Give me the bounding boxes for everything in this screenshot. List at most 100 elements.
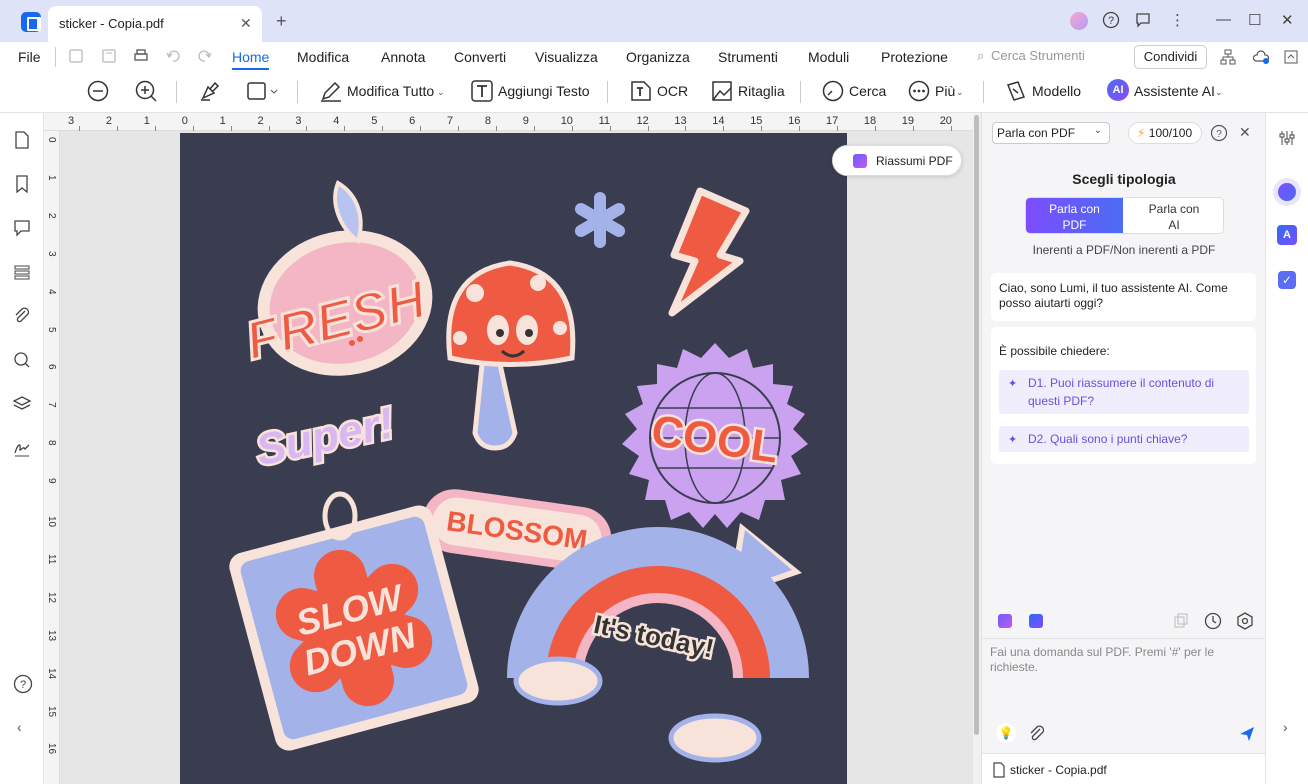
ai-assistant-icon[interactable]: AI bbox=[1107, 79, 1129, 101]
menu-strumenti[interactable]: Strumenti bbox=[718, 49, 778, 65]
menu-protezione[interactable]: Protezione bbox=[881, 49, 948, 65]
ai-assistant-button[interactable]: Assistente AI bbox=[1134, 83, 1215, 99]
lightbulb-icon[interactable]: 💡 bbox=[996, 723, 1016, 743]
undo-icon[interactable] bbox=[165, 48, 181, 64]
zoom-out-icon[interactable] bbox=[86, 79, 110, 103]
chevron-down-icon[interactable]: ⌄ bbox=[437, 87, 445, 98]
rectangle-shape-icon[interactable] bbox=[246, 79, 280, 103]
suggested-question-2[interactable]: ✦ D2. Quali sono i punti chiave? bbox=[999, 426, 1249, 452]
plus-icon[interactable]: + bbox=[276, 11, 287, 32]
history-icon[interactable] bbox=[1204, 612, 1222, 630]
signature-icon[interactable] bbox=[13, 439, 31, 457]
properties-icon[interactable] bbox=[1278, 129, 1296, 147]
tree-icon[interactable] bbox=[1220, 49, 1236, 65]
ocr-button[interactable]: OCR bbox=[657, 83, 688, 99]
ruler-h-label: 3 bbox=[68, 115, 75, 127]
chevron-down-icon[interactable]: ⌄ bbox=[956, 87, 964, 98]
checklist-icon[interactable]: ✓ bbox=[1278, 271, 1296, 289]
crop-icon[interactable] bbox=[710, 79, 734, 103]
search-icon[interactable] bbox=[821, 79, 845, 103]
help-icon[interactable]: ? bbox=[13, 674, 33, 694]
attachment-icon[interactable] bbox=[13, 307, 31, 325]
bookmark-icon[interactable] bbox=[13, 175, 31, 193]
chat-with-ai-option[interactable]: Parla con AI bbox=[1123, 198, 1223, 233]
chat-mode-select[interactable]: Parla con PDF ⌄ bbox=[992, 122, 1110, 144]
more-vertical-icon[interactable]: ⋮ bbox=[1170, 11, 1185, 29]
maximize-icon[interactable]: ☐ bbox=[1248, 11, 1261, 29]
ruler-h-label: 1 bbox=[219, 115, 226, 127]
close-icon[interactable]: ✕ bbox=[1239, 124, 1251, 141]
help-icon[interactable]: ? bbox=[1210, 124, 1228, 142]
zoom-in-icon[interactable] bbox=[134, 79, 158, 103]
expand-right-icon[interactable]: › bbox=[1283, 719, 1288, 735]
ruler-v-label: 7 bbox=[46, 402, 57, 408]
question-input[interactable]: Fai una domanda sul PDF. Premi '#' per l… bbox=[982, 638, 1266, 751]
vertical-scrollbar[interactable] bbox=[973, 113, 981, 784]
ruler-v-label: 2 bbox=[46, 212, 57, 219]
document-canvas[interactable]: FRESH Super! COOL BLOSSOM SLOW DOWN It's… bbox=[60, 131, 973, 784]
template-icon[interactable] bbox=[1004, 79, 1028, 103]
ruler-h-label: 6 bbox=[409, 115, 416, 127]
redo-icon[interactable] bbox=[197, 48, 213, 64]
help-icon[interactable]: ? bbox=[1102, 11, 1120, 29]
ruler-v-label: 10 bbox=[46, 516, 57, 528]
chat-type-hint: Inerenti a PDF/Non inerenti a PDF bbox=[1032, 243, 1216, 257]
summarize-icon[interactable] bbox=[998, 614, 1012, 628]
window-close-icon[interactable]: ✕ bbox=[1281, 11, 1294, 29]
avatar[interactable] bbox=[1070, 12, 1088, 30]
chevron-down-icon[interactable]: ⌄ bbox=[1215, 87, 1223, 98]
translate-icon[interactable]: A bbox=[1277, 225, 1297, 245]
scrollbar-thumb[interactable] bbox=[974, 115, 979, 735]
collapse-ribbon-icon[interactable] bbox=[1283, 49, 1299, 65]
ocr-icon[interactable] bbox=[629, 79, 653, 103]
menu-moduli[interactable]: Moduli bbox=[808, 49, 849, 65]
copy-icon[interactable] bbox=[1173, 613, 1189, 629]
collapse-left-icon[interactable]: ‹ bbox=[17, 719, 22, 735]
layers-list-icon[interactable] bbox=[13, 263, 31, 281]
chat-with-pdf-option[interactable]: Parla con PDF bbox=[1026, 198, 1123, 233]
minimize-icon[interactable]: — bbox=[1216, 11, 1231, 28]
cloud-icon[interactable] bbox=[1252, 49, 1270, 65]
menu-converti[interactable]: Converti bbox=[454, 49, 506, 65]
add-text-icon[interactable] bbox=[470, 79, 494, 103]
chat-type-toggle: Parla con PDF Parla con AI bbox=[1025, 197, 1224, 234]
summarize-pdf-button[interactable]: Riassumi PDF bbox=[832, 145, 962, 176]
search-tools-input[interactable]: ⌕ Cerca Strumenti bbox=[977, 48, 1085, 64]
search-button[interactable]: Cerca bbox=[849, 83, 886, 99]
attachment-icon[interactable] bbox=[1028, 725, 1046, 743]
comment-icon[interactable] bbox=[13, 219, 31, 237]
menu-annota[interactable]: Annota bbox=[381, 49, 425, 65]
save-as-icon[interactable] bbox=[101, 48, 117, 64]
ruler-h-label: 0 bbox=[181, 115, 188, 127]
menu-file[interactable]: File bbox=[18, 49, 41, 65]
translate-icon[interactable] bbox=[1029, 614, 1043, 628]
suggested-question-1[interactable]: ✦ D1. Puoi riassumere il contenuto di qu… bbox=[999, 370, 1249, 414]
send-icon[interactable] bbox=[1238, 725, 1256, 743]
settings-icon[interactable] bbox=[1236, 612, 1254, 630]
share-button[interactable]: Condividi bbox=[1134, 45, 1207, 69]
menu-modifica[interactable]: Modifica bbox=[297, 49, 349, 65]
message-icon[interactable] bbox=[1134, 11, 1152, 29]
add-text-button[interactable]: Aggiungi Testo bbox=[498, 83, 590, 99]
edit-all-button[interactable]: Modifica Tutto bbox=[347, 83, 434, 99]
search-icon[interactable] bbox=[13, 351, 31, 369]
edit-all-icon[interactable] bbox=[319, 79, 343, 103]
template-button[interactable]: Modello bbox=[1032, 83, 1081, 99]
menu-organizza[interactable]: Organizza bbox=[626, 49, 690, 65]
print-icon[interactable] bbox=[133, 48, 149, 64]
highlighter-icon[interactable] bbox=[198, 79, 222, 103]
close-icon[interactable]: ✕ bbox=[240, 15, 252, 32]
document-tab[interactable]: sticker - Copia.pdf ✕ bbox=[48, 6, 262, 42]
layers-icon[interactable] bbox=[13, 395, 31, 413]
page-thumbnail-icon[interactable] bbox=[13, 131, 31, 149]
crop-button[interactable]: Ritaglia bbox=[738, 83, 785, 99]
more-icon[interactable] bbox=[907, 79, 931, 103]
ruler-v-label: 11 bbox=[46, 553, 57, 565]
more-button[interactable]: Più bbox=[935, 83, 955, 99]
save-icon[interactable] bbox=[68, 48, 84, 64]
toolbar: Modifica Tutto ⌄ Aggiungi Testo OCR Rita… bbox=[0, 71, 1308, 113]
pdf-page[interactable]: FRESH Super! COOL BLOSSOM SLOW DOWN It's… bbox=[180, 133, 847, 784]
menu-home[interactable]: Home bbox=[232, 49, 269, 65]
menu-visualizza[interactable]: Visualizza bbox=[535, 49, 598, 65]
credits-badge[interactable]: ⚡ 100/100 bbox=[1128, 122, 1202, 144]
